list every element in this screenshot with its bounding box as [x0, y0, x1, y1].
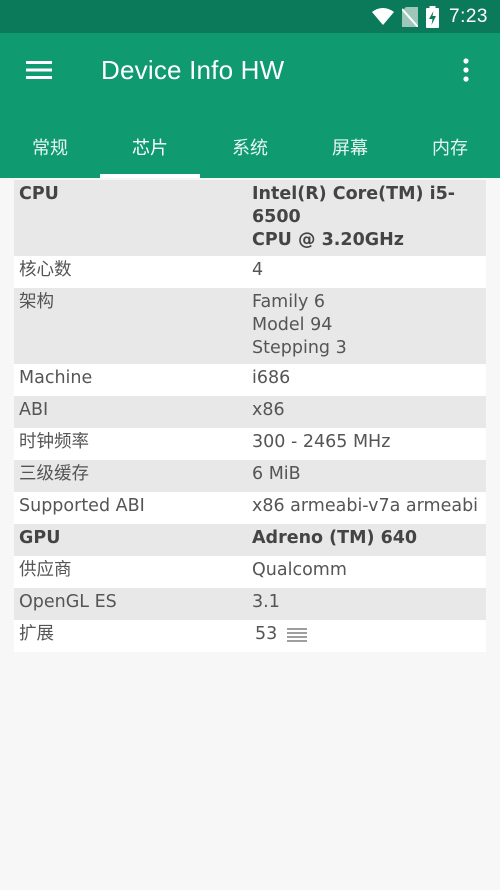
- table-row-cpu: CPU Intel(R) Core(TM) i5-6500 CPU @ 3.20…: [14, 180, 486, 256]
- chip-info-table: CPU Intel(R) Core(TM) i5-6500 CPU @ 3.20…: [14, 180, 486, 652]
- row-value: Intel(R) Core(TM) i5-6500 CPU @ 3.20GHz: [252, 184, 456, 250]
- row-value: 6 MiB: [252, 464, 301, 484]
- row-label: Machine: [19, 368, 93, 388]
- table-row-vendor: 供应商 Qualcomm: [14, 556, 486, 588]
- tab-bar: 常规 芯片 系统 屏幕 内存: [0, 115, 500, 178]
- row-label: GPU: [19, 528, 61, 548]
- row-value: 3.1: [252, 592, 280, 612]
- battery-charging-icon: [426, 5, 440, 28]
- row-value: Adreno (TM) 640: [252, 528, 418, 548]
- menu-button[interactable]: [14, 47, 64, 97]
- row-value: x86 armeabi-v7a armeabi: [252, 496, 479, 516]
- table-row-supported-abi: Supported ABI x86 armeabi-v7a armeabi: [14, 492, 486, 524]
- row-value-extensions[interactable]: 53: [252, 623, 486, 646]
- row-label: 核心数: [19, 260, 72, 280]
- tab-system[interactable]: 系统: [200, 115, 300, 178]
- app-title: Device Info HW: [101, 55, 285, 85]
- table-row-extensions[interactable]: 扩展 53: [14, 620, 486, 652]
- row-value: 300 - 2465 MHz: [252, 432, 391, 452]
- row-value: i686: [252, 368, 291, 388]
- row-label: 架构: [19, 292, 54, 312]
- row-label: 时钟频率: [19, 432, 89, 452]
- table-row-opengl-es: OpenGL ES 3.1: [14, 588, 486, 620]
- wifi-icon: [372, 7, 395, 26]
- table-row-l3-cache: 三级缓存 6 MiB: [14, 460, 486, 492]
- tab-chip[interactable]: 芯片: [100, 115, 200, 178]
- tab-general[interactable]: 常规: [0, 115, 100, 178]
- row-value: x86: [252, 400, 285, 420]
- more-vert-icon: [463, 58, 469, 86]
- table-row-abi: ABI x86: [14, 396, 486, 428]
- row-value: 4: [252, 260, 264, 280]
- app-bar: Device Info HW 常规 芯片 系统 屏幕 内存: [0, 33, 500, 178]
- tab-memory[interactable]: 内存: [400, 115, 500, 178]
- table-row-cores: 核心数 4: [14, 256, 486, 288]
- tab-screen[interactable]: 屏幕: [300, 115, 400, 178]
- row-label: 三级缓存: [19, 464, 89, 484]
- row-label: ABI: [19, 400, 49, 420]
- status-bar: 7:23: [0, 0, 500, 33]
- row-label: OpenGL ES: [19, 592, 117, 612]
- list-icon[interactable]: [287, 627, 308, 643]
- status-time: 7:23: [449, 5, 488, 27]
- overflow-menu-button[interactable]: [446, 47, 486, 97]
- no-sim-icon: [402, 6, 419, 27]
- table-row-clock-speed: 时钟频率 300 - 2465 MHz: [14, 428, 486, 460]
- row-label: Supported ABI: [19, 496, 145, 516]
- table-row-gpu: GPU Adreno (TM) 640: [14, 524, 486, 556]
- row-value: Family 6 Model 94 Stepping 3: [252, 292, 347, 358]
- row-value: Qualcomm: [252, 560, 347, 580]
- extensions-count: 53: [255, 624, 278, 644]
- table-row-machine: Machine i686: [14, 364, 486, 396]
- table-row-architecture: 架构 Family 6 Model 94 Stepping 3: [14, 288, 486, 364]
- row-label: 扩展: [19, 624, 54, 644]
- row-label: 供应商: [19, 560, 72, 580]
- hamburger-menu-icon: [26, 60, 52, 84]
- row-label: CPU: [19, 184, 59, 204]
